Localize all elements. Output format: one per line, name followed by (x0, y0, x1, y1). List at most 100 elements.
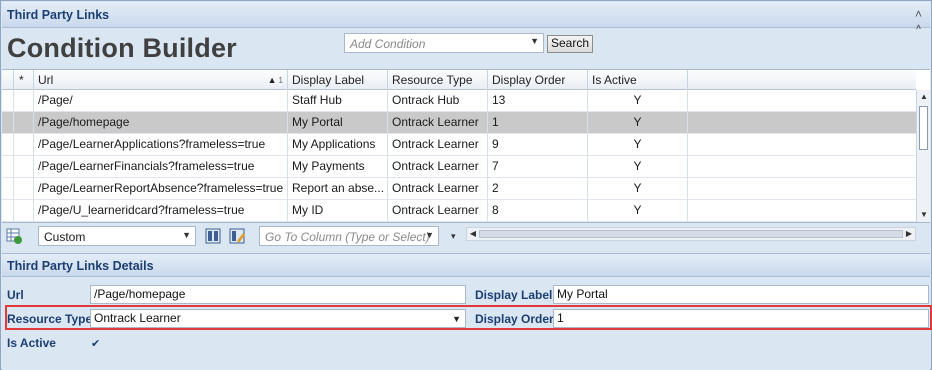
resource-type-value: Ontrack Learner (94, 311, 181, 325)
scroll-thumb[interactable] (919, 106, 928, 150)
condition-builder-title: Condition Builder (7, 33, 237, 63)
display-label-field[interactable]: My Portal (553, 285, 929, 304)
cell-url: /Page/U_learneridcard?frameless=true (34, 200, 288, 222)
cell-display-order: 1 (488, 112, 588, 134)
url-field[interactable]: /Page/homepage (90, 285, 466, 304)
layout-edit-icon[interactable] (228, 227, 246, 245)
cell-url: /Page/LearnerReportAbsence?frameless=tru… (34, 178, 288, 200)
condition-builder: Condition Builder Add Condition ▼ Search (2, 29, 930, 69)
row-indicator (2, 156, 14, 178)
is-active-checkbox[interactable]: ✔ (91, 337, 100, 350)
row-indicator (2, 90, 14, 112)
cell-display-order: 9 (488, 134, 588, 156)
cell-display-order: 8 (488, 200, 588, 222)
column-header-resource-type[interactable]: Resource Type (388, 70, 488, 90)
row-star-cell (14, 112, 34, 134)
app-window: Third Party Links ˄ ˄ Condition Builder A… (0, 0, 932, 370)
cell-url: /Page/LearnerFinancials?frameless=true (34, 156, 288, 178)
column-header-display-order[interactable]: Display Order (488, 70, 588, 90)
grid-body: /Page/Staff Hub Ontrack Hub 13 Y/Page/homep… (2, 90, 916, 222)
row-star-cell (14, 156, 34, 178)
row-star-cell (14, 178, 34, 200)
go-to-column-select[interactable]: Go To Column (Type or Select) ▼ (259, 226, 439, 246)
grid-toolbar: Custom ▼ Go To Column (Type or Select) ▼… (2, 222, 930, 250)
data-grid: * Url ▲ 1 Display Label Resource Type Dis… (2, 69, 930, 222)
column-header-display-label[interactable]: Display Label (288, 70, 388, 90)
grid-header: * Url ▲ 1 Display Label Resource Type Dis… (2, 70, 916, 90)
panel-header: Third Party Links ˄ ˄ (2, 2, 930, 35)
cell-display-order: 7 (488, 156, 588, 178)
layout-select-value: Custom (44, 230, 86, 244)
cell-display-order: 13 (488, 90, 588, 112)
table-row[interactable]: /Page/LearnerApplications?frameless=true… (2, 134, 916, 156)
table-row[interactable]: /Page/LearnerFinancials?frameless=true My… (2, 156, 916, 178)
column-header-url-label: Url (38, 73, 54, 87)
display-label-label: Display Label (475, 288, 553, 302)
url-label: Url (7, 288, 24, 302)
cell-resource-type: Ontrack Learner (388, 178, 488, 200)
cell-resource-type: Ontrack Learner (388, 134, 488, 156)
table-row[interactable]: /Page/U_learneridcard?frameless=true My I… (2, 200, 916, 222)
details-header: Third Party Links Details (2, 253, 930, 277)
cell-display-label: My Applications (288, 134, 388, 156)
cell-is-active: Y (588, 200, 688, 222)
export-grid-icon[interactable] (5, 227, 23, 245)
cell-is-active: Y (588, 90, 688, 112)
scroll-down-icon[interactable]: ▼ (917, 208, 931, 222)
chevron-down-icon: ▼ (182, 230, 191, 240)
scroll-up-icon[interactable]: ▲ (917, 90, 931, 104)
overflow-menu-icon[interactable]: ▾ (451, 231, 456, 242)
layout-save-icon[interactable] (204, 227, 222, 245)
scroll-right-icon[interactable]: ▶ (903, 228, 915, 240)
display-order-label: Display Order (475, 312, 554, 326)
resource-type-select[interactable]: Ontrack Learner ▼ (90, 309, 466, 328)
cell-resource-type: Ontrack Learner (388, 112, 488, 134)
sort-ascending-icon: ▲ 1 (267, 75, 283, 85)
row-star-cell (14, 200, 34, 222)
cell-display-label: My Portal (288, 112, 388, 134)
horizontal-scrollbar[interactable]: ◀ ▶ (466, 227, 916, 241)
resource-type-label: Resource Type (7, 312, 93, 326)
chevron-down-icon: ▼ (530, 36, 539, 46)
cell-display-order: 2 (488, 178, 588, 200)
cell-is-active: Y (588, 112, 688, 134)
table-row[interactable]: /Page/homepage My Portal Ontrack Learner 1 Y (2, 112, 916, 134)
table-row[interactable]: /Page/LearnerReportAbsence?frameless=tru… (2, 178, 916, 200)
table-row[interactable]: /Page/Staff Hub Ontrack Hub 13 Y (2, 90, 916, 112)
cell-url: /Page/LearnerApplications?frameless=true (34, 134, 288, 156)
horizontal-scroll-thumb[interactable] (479, 230, 903, 238)
vertical-scrollbar[interactable]: ▲ ▼ (916, 90, 930, 222)
row-indicator (2, 112, 14, 134)
cell-display-label: Staff Hub (288, 90, 388, 112)
go-to-column-placeholder: Go To Column (Type or Select) (265, 230, 430, 244)
cell-display-label: Report an abse... (288, 178, 388, 200)
row-indicator-header (2, 70, 14, 90)
chevron-down-icon: ▼ (452, 314, 461, 324)
cell-display-label: My ID (288, 200, 388, 222)
details-title: Third Party Links Details (7, 259, 154, 273)
search-button[interactable]: Search (547, 35, 593, 53)
cell-is-active: Y (588, 178, 688, 200)
add-condition-placeholder: Add Condition (350, 37, 426, 51)
cell-is-active: Y (588, 134, 688, 156)
cell-is-active: Y (588, 156, 688, 178)
row-indicator (2, 178, 14, 200)
layout-select[interactable]: Custom ▼ (38, 226, 196, 246)
details-form: Url /Page/homepage Display Label My Port… (2, 278, 932, 370)
column-header-star[interactable]: * (14, 70, 34, 90)
cell-resource-type: Ontrack Hub (388, 90, 488, 112)
scroll-left-icon[interactable]: ◀ (467, 228, 479, 240)
cell-url: /Page/homepage (34, 112, 288, 134)
column-header-is-active[interactable]: Is Active (588, 70, 688, 90)
display-order-field[interactable]: 1 (553, 309, 929, 328)
chevron-down-icon: ▼ (425, 230, 434, 240)
is-active-label: Is Active (7, 336, 56, 350)
cell-display-label: My Payments (288, 156, 388, 178)
cell-url: /Page/ (34, 90, 288, 112)
add-condition-select[interactable]: Add Condition ▼ (344, 33, 544, 53)
cell-resource-type: Ontrack Learner (388, 200, 488, 222)
row-indicator (2, 134, 14, 156)
row-star-cell (14, 134, 34, 156)
column-header-url[interactable]: Url ▲ 1 (34, 70, 288, 90)
row-star-cell (14, 90, 34, 112)
